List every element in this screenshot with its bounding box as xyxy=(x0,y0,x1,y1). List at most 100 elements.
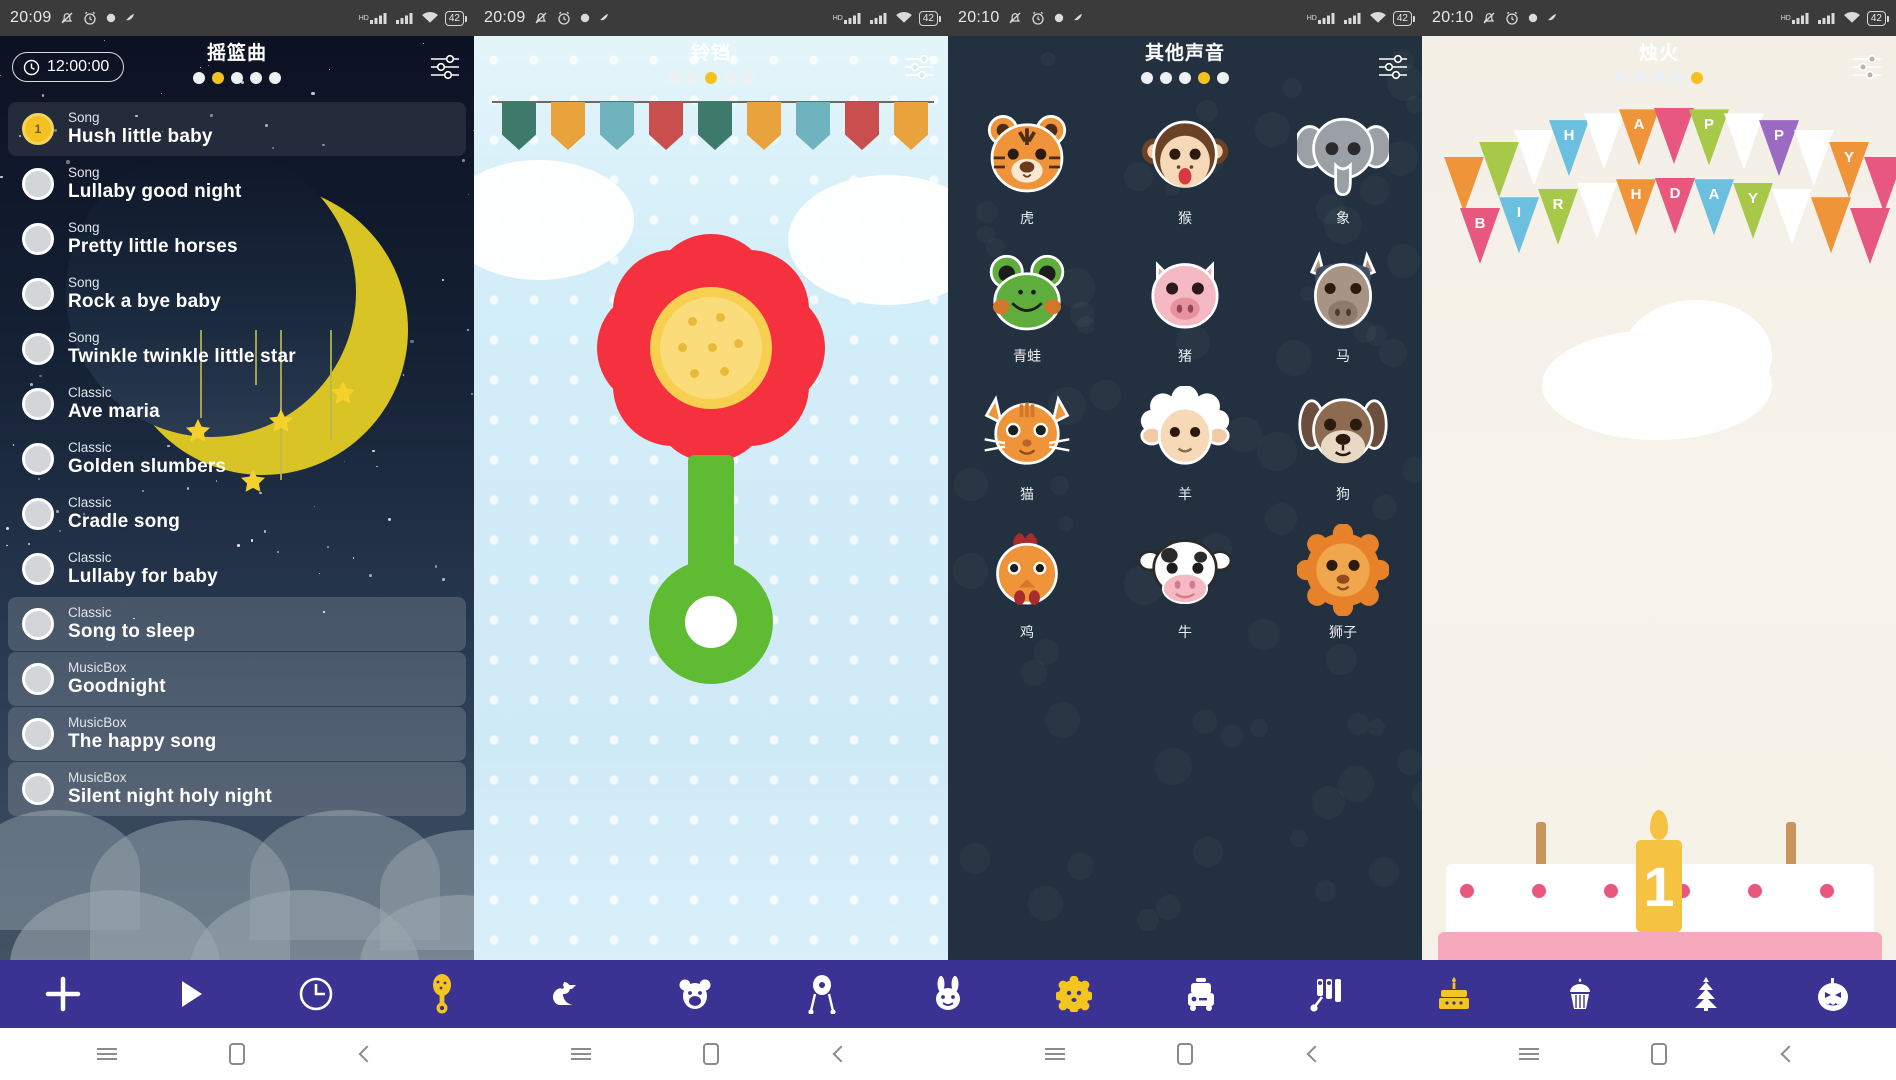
page-dots[interactable] xyxy=(474,72,948,84)
sheep-icon[interactable] xyxy=(1139,385,1231,478)
page-dot-4[interactable] xyxy=(1198,72,1210,84)
bell-button[interactable] xyxy=(758,960,884,1028)
rabbit-button[interactable] xyxy=(885,960,1011,1028)
menu-icon[interactable] xyxy=(1511,1036,1547,1072)
song-radio[interactable] xyxy=(22,443,54,475)
song-row[interactable]: Song Pretty little horses xyxy=(8,212,466,266)
android-nav-bar[interactable] xyxy=(0,1028,1896,1080)
song-radio[interactable] xyxy=(22,773,54,805)
animal-cell[interactable]: 鸡 xyxy=(948,518,1106,642)
page-dot-5[interactable] xyxy=(1691,72,1703,84)
pumpkin-button[interactable] xyxy=(1770,960,1896,1028)
monkey-icon[interactable] xyxy=(1139,110,1231,202)
home-icon[interactable] xyxy=(693,1036,729,1072)
animal-cell[interactable]: 猴 xyxy=(1106,104,1264,228)
page-dot-2[interactable] xyxy=(1160,72,1172,84)
lion-icon[interactable] xyxy=(1296,523,1390,617)
page-dot-2[interactable] xyxy=(686,72,698,84)
song-radio[interactable] xyxy=(22,333,54,365)
page-dot-3[interactable] xyxy=(705,72,717,84)
animal-cell[interactable]: 狮子 xyxy=(1264,518,1422,642)
animal-cell[interactable]: 羊 xyxy=(1106,380,1264,504)
page-dot-3[interactable] xyxy=(231,72,243,84)
xylophone-button[interactable] xyxy=(1264,960,1390,1028)
dog-icon[interactable] xyxy=(1297,386,1389,478)
animal-cell[interactable]: 猪 xyxy=(1106,242,1264,366)
song-row[interactable]: Classic Golden slumbers xyxy=(8,432,466,486)
settings-sliders-button[interactable] xyxy=(902,52,936,82)
song-row[interactable]: MusicBox The happy song xyxy=(8,707,466,761)
back-icon[interactable] xyxy=(1297,1036,1333,1072)
song-selected-indicator[interactable]: 1 xyxy=(22,113,54,145)
sleep-timer-chip[interactable]: 12:00:00 xyxy=(12,52,125,82)
timer-button[interactable] xyxy=(253,960,379,1028)
bear-button[interactable] xyxy=(632,960,758,1028)
menu-icon[interactable] xyxy=(1037,1036,1073,1072)
song-radio[interactable] xyxy=(22,553,54,585)
tree-button[interactable] xyxy=(1643,960,1769,1028)
home-icon[interactable] xyxy=(1641,1036,1677,1072)
page-dot-4[interactable] xyxy=(250,72,262,84)
song-row[interactable]: Classic Cradle song xyxy=(8,487,466,541)
animal-cell[interactable]: 狗 xyxy=(1264,380,1422,504)
song-radio[interactable] xyxy=(22,608,54,640)
home-icon[interactable] xyxy=(219,1036,255,1072)
lion-button[interactable] xyxy=(1011,960,1137,1028)
menu-icon[interactable] xyxy=(89,1036,125,1072)
page-dot-1[interactable] xyxy=(193,72,205,84)
song-radio[interactable] xyxy=(22,718,54,750)
song-radio[interactable] xyxy=(22,168,54,200)
animal-cell[interactable]: 象 xyxy=(1264,104,1422,228)
cow-icon[interactable] xyxy=(1137,524,1233,616)
animal-cell[interactable]: 马 xyxy=(1264,242,1422,366)
page-dot-5[interactable] xyxy=(1217,72,1229,84)
page-dot-1[interactable] xyxy=(1141,72,1153,84)
chicken-icon[interactable] xyxy=(981,524,1073,616)
page-dot-2[interactable] xyxy=(1634,72,1646,84)
duck-button[interactable] xyxy=(506,960,632,1028)
car-button[interactable] xyxy=(1138,960,1264,1028)
page-dots[interactable] xyxy=(948,72,1422,84)
horse-icon[interactable] xyxy=(1297,248,1389,340)
song-row[interactable]: Song Rock a bye baby xyxy=(8,267,466,321)
animal-cell[interactable]: 虎 xyxy=(948,104,1106,228)
page-dot-5[interactable] xyxy=(269,72,281,84)
cat-icon[interactable] xyxy=(981,386,1073,478)
song-radio[interactable] xyxy=(22,663,54,695)
song-row[interactable]: Classic Ave maria xyxy=(8,377,466,431)
page-dot-4[interactable] xyxy=(724,72,736,84)
cupcake-button[interactable] xyxy=(1517,960,1643,1028)
song-row[interactable]: Classic Lullaby for baby xyxy=(8,542,466,596)
page-dot-3[interactable] xyxy=(1179,72,1191,84)
animal-cell[interactable]: 牛 xyxy=(1106,518,1264,642)
song-row[interactable]: Song Twinkle twinkle little star xyxy=(8,322,466,376)
pig-icon[interactable] xyxy=(1139,248,1231,340)
song-row[interactable]: Song Lullaby good night xyxy=(8,157,466,211)
back-icon[interactable] xyxy=(349,1036,385,1072)
song-row[interactable]: Classic Song to sleep xyxy=(8,597,466,651)
animal-cell[interactable]: 猫 xyxy=(948,380,1106,504)
bottom-toolbar[interactable] xyxy=(0,960,1896,1028)
elephant-icon[interactable] xyxy=(1293,110,1393,202)
song-list[interactable]: 1 Song Hush little baby Song Lullaby good ni… xyxy=(0,98,474,1080)
song-radio[interactable] xyxy=(22,498,54,530)
song-row[interactable]: MusicBox Goodnight xyxy=(8,652,466,706)
song-radio[interactable] xyxy=(22,388,54,420)
menu-icon[interactable] xyxy=(563,1036,599,1072)
page-dot-1[interactable] xyxy=(1615,72,1627,84)
page-dot-1[interactable] xyxy=(667,72,679,84)
back-icon[interactable] xyxy=(1771,1036,1807,1072)
rattle-flower-head[interactable] xyxy=(597,234,825,462)
add-button[interactable] xyxy=(0,960,126,1028)
page-dot-2[interactable] xyxy=(212,72,224,84)
frog-icon[interactable] xyxy=(981,248,1073,340)
song-row[interactable]: MusicBox Silent night holy night xyxy=(8,762,466,816)
page-dot-3[interactable] xyxy=(1653,72,1665,84)
animal-grid[interactable]: 虎 猴 象青蛙 猪 马猫 羊 狗鸡 牛 狮子 xyxy=(948,104,1422,642)
play-button[interactable] xyxy=(126,960,252,1028)
song-radio[interactable] xyxy=(22,278,54,310)
settings-sliders-button[interactable] xyxy=(428,52,462,82)
page-dot-5[interactable] xyxy=(743,72,755,84)
animal-cell[interactable]: 青蛙 xyxy=(948,242,1106,366)
home-icon[interactable] xyxy=(1167,1036,1203,1072)
